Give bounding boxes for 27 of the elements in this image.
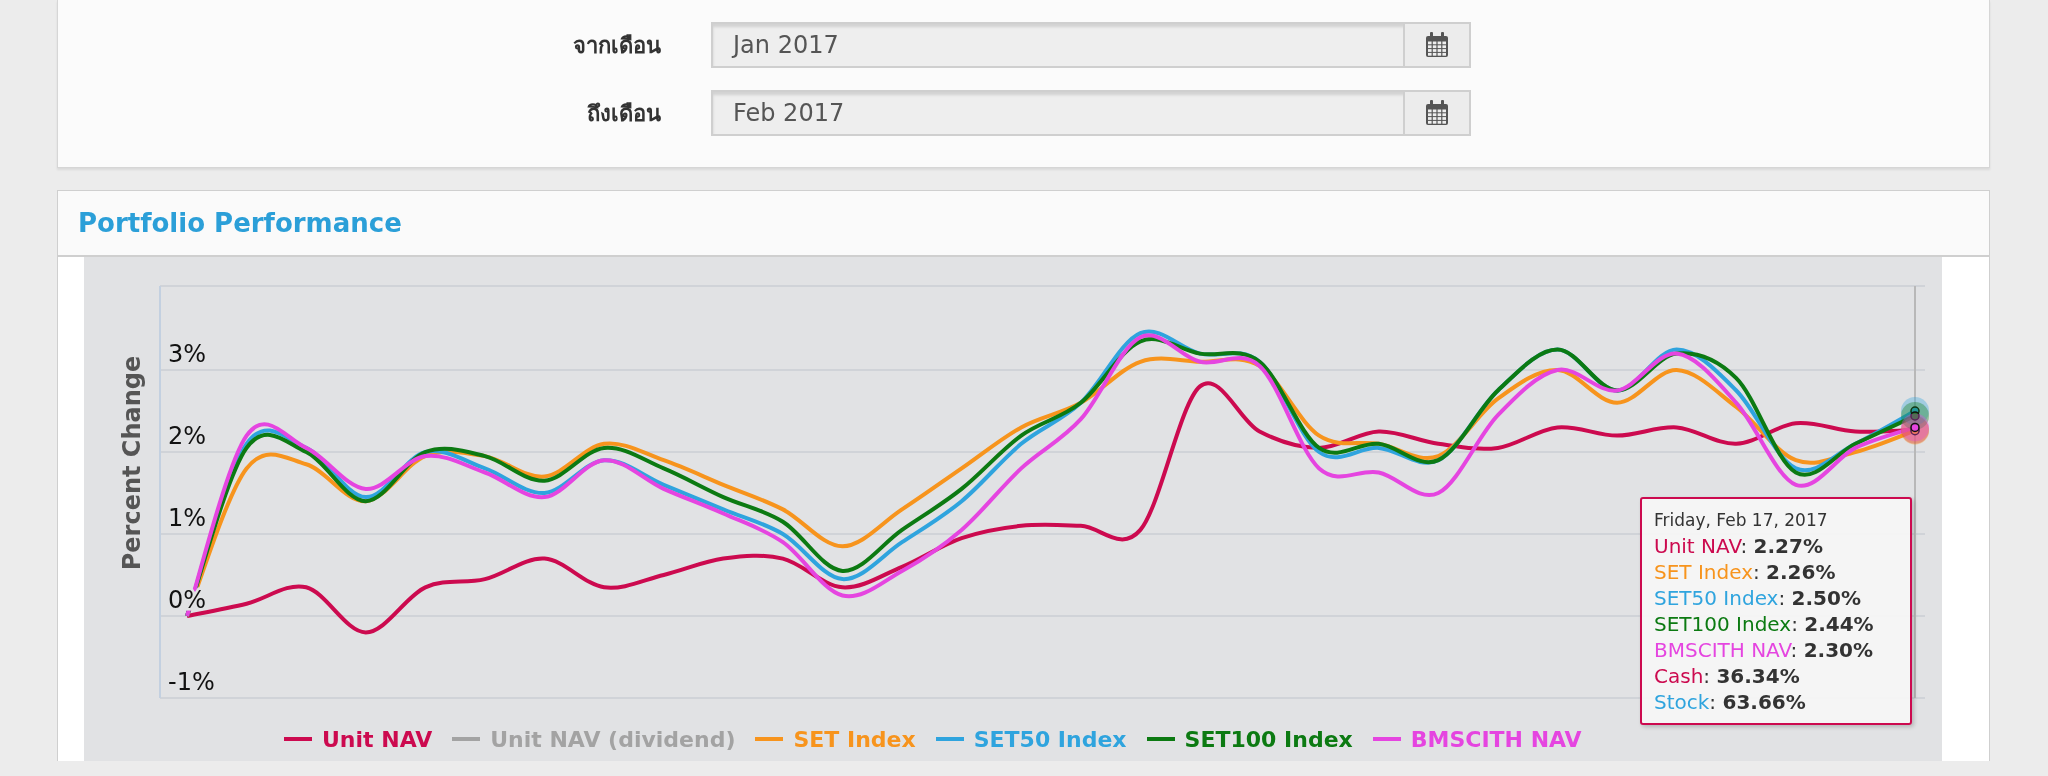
month-field[interactable]: Feb 2017 (711, 90, 1471, 136)
calendar-icon (1425, 32, 1449, 58)
month-field[interactable]: Jan 2017 (711, 22, 1471, 68)
legend-item[interactable]: SET100 Index (1146, 726, 1353, 752)
calendar-button[interactable] (1403, 92, 1469, 134)
tooltip-row-text: Cash: 36.34% (1654, 663, 1801, 689)
tooltip-row-text: Unit NAV: 2.27% (1654, 533, 1824, 559)
legend-item[interactable]: Unit NAV (284, 726, 433, 752)
tooltip-row-text: SET Index: 2.26% (1654, 559, 1837, 585)
calendar-button[interactable] (1403, 24, 1469, 66)
tooltip-row-text: SET100 Index: 2.44% (1654, 611, 1875, 637)
legend-item[interactable]: SET50 Index (935, 726, 1127, 752)
legend-item[interactable]: BMSCITH NAV (1372, 726, 1582, 752)
panel-title: Portfolio Performance (78, 208, 402, 238)
tooltip-date: Friday, Feb 17, 2017 (1654, 509, 1829, 532)
tooltip-row-text: BMSCITH NAV: 2.30% (1654, 637, 1875, 663)
calendar-icon (1425, 100, 1449, 126)
axis-tick-label: -1% (168, 668, 215, 696)
axis-tick-label: 1% (168, 504, 207, 532)
tooltip-row-text: Stock: 63.66% (1654, 689, 1807, 715)
field-label: ถึงเดือน (586, 99, 661, 128)
tooltip-row-text: SET50 Index: 2.50% (1654, 585, 1862, 611)
axis-tick-label: 3% (168, 340, 207, 368)
axis-title: Percent Change (118, 355, 146, 571)
hover-markers-drawing (1901, 397, 1929, 445)
field-label: จากเดือน (572, 31, 661, 60)
axis-tick-label: 2% (168, 422, 207, 450)
